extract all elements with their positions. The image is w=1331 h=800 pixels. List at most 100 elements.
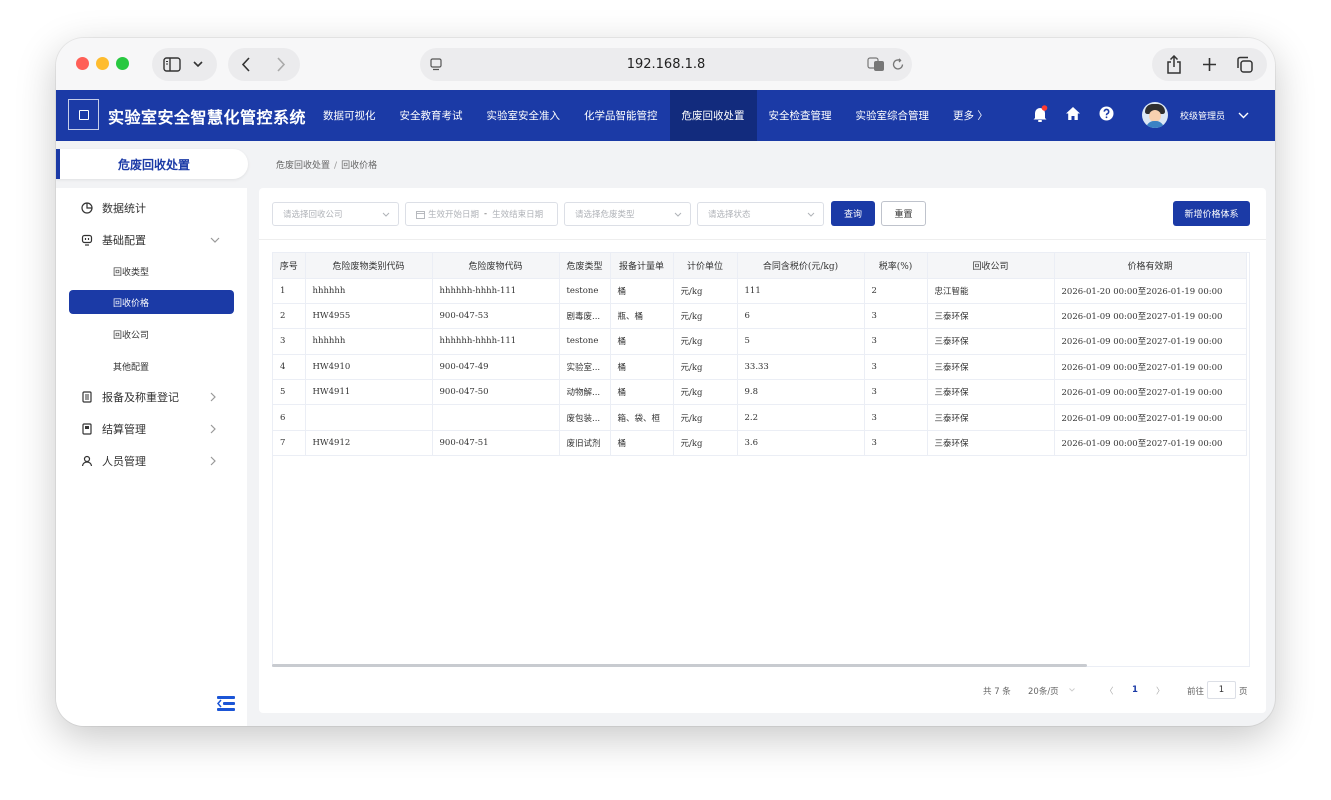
settle-icon	[82, 423, 92, 435]
company-select[interactable]: 请选择回收公司	[272, 202, 399, 226]
table-cell: 三泰环保	[927, 379, 1055, 406]
table-cell: 6	[737, 303, 865, 330]
sidebar-subitem-other-config[interactable]: 其他配置	[69, 354, 234, 378]
filter-bar: 请选择回收公司 生效开始日期 - 生效结束日期 请选择危废类型 请选择状态 查询…	[259, 188, 1266, 240]
nav-item-more[interactable]: 更多 〉	[941, 90, 1000, 141]
sidebar-item-report-weighing[interactable]: 报备及称重登记	[56, 381, 247, 413]
address-bar[interactable]: 192.168.1.8	[420, 48, 912, 81]
table-cell: 三泰环保	[927, 404, 1055, 431]
bell-icon[interactable]	[1032, 105, 1048, 123]
reload-icon[interactable]	[892, 58, 905, 71]
top-nav: 数据可视化 安全教育考试 实验室安全准入 化学品智能管控 危废回收处置 安全检查…	[311, 90, 1000, 141]
sidebar-subitem-recycle-company[interactable]: 回收公司	[69, 322, 234, 346]
table-cell: HW4955	[305, 303, 433, 330]
chevron-down-icon	[1069, 688, 1075, 692]
nav-item-lab-access[interactable]: 实验室安全准入	[475, 90, 573, 141]
table-cell: hhhhhh	[305, 278, 433, 304]
table-cell: 7	[273, 430, 306, 457]
sidebar-subitem-label: 回收类型	[113, 267, 150, 278]
table-cell: 2	[273, 303, 306, 330]
nav-item-lab-management[interactable]: 实验室综合管理	[844, 90, 942, 141]
nav-item-safety-inspection[interactable]: 安全检查管理	[757, 90, 844, 141]
goto-page-input[interactable]: 1	[1207, 681, 1236, 699]
logo-icon	[68, 99, 99, 130]
table-row: 2 HW4955 900-047-53 剧毒废... 瓶、桶 元/kg 6 3 三泰环保 2026…	[273, 303, 1247, 330]
table-cell: testone	[559, 278, 611, 304]
table-cell: hhhhhh-hhhh-111	[432, 278, 560, 304]
user-name[interactable]: 校级管理员	[1180, 109, 1225, 122]
table-cell: 2026-01-09 00:00至2027-01-19 00:00	[1054, 379, 1247, 406]
chevron-down-icon	[193, 61, 203, 68]
sidebar-item-basic-config[interactable]: 基础配置	[56, 224, 247, 256]
prev-page-button[interactable]: 〈	[1105, 685, 1114, 697]
nav-item-data-visualization[interactable]: 数据可视化	[311, 90, 388, 141]
translate-icon[interactable]	[867, 57, 885, 72]
waste-type-select[interactable]: 请选择危废类型	[564, 202, 691, 226]
reset-button[interactable]: 重置	[881, 201, 926, 226]
table-cell: 33.33	[737, 354, 865, 381]
sidebar-subitem-recycle-price[interactable]: 回收价格	[69, 290, 234, 314]
table-cell: HW4910	[305, 354, 433, 381]
back-icon[interactable]	[241, 57, 251, 72]
share-icon[interactable]	[1166, 55, 1182, 74]
table-cell: 元/kg	[673, 278, 738, 304]
status-select[interactable]: 请选择状态	[697, 202, 824, 226]
page-size-select[interactable]: 20条/页	[1028, 685, 1059, 697]
add-price-system-button[interactable]: 新增价格体系	[1173, 201, 1250, 226]
sidebar-item-settlement[interactable]: 结算管理	[56, 413, 247, 445]
forward-icon[interactable]	[276, 57, 286, 72]
sidebar-subitem-recycle-type[interactable]: 回收类型	[69, 259, 234, 283]
next-page-button[interactable]: 〉	[1156, 685, 1165, 697]
sidebar-item-label: 结算管理	[102, 423, 146, 436]
page-suffix: 页	[1239, 687, 1248, 697]
table-cell: 2026-01-09 00:00至2027-01-19 00:00	[1054, 430, 1247, 457]
date-range-picker[interactable]: 生效开始日期 - 生效结束日期	[405, 202, 558, 226]
table-cell: 3	[864, 303, 928, 330]
query-button[interactable]: 查询	[831, 201, 875, 226]
sidebar-toggle-button[interactable]	[152, 48, 217, 81]
avatar[interactable]	[1142, 102, 1168, 128]
maximize-window-button[interactable]	[116, 57, 129, 70]
app-title: 实验室安全智慧化管控系统	[108, 108, 307, 127]
table-cell: 元/kg	[673, 379, 738, 406]
minimize-window-button[interactable]	[96, 57, 109, 70]
table-cell: 2026-01-09 00:00至2027-01-19 00:00	[1054, 404, 1247, 431]
column-header: 税率(%)	[864, 253, 928, 279]
user-icon	[81, 455, 93, 467]
sidebar-subitem-label: 回收价格	[113, 298, 150, 309]
nav-item-hazardous-waste[interactable]: 危废回收处置	[669, 90, 757, 141]
table-cell: 桶	[610, 328, 674, 355]
table-row: 4 HW4910 900-047-49 实验室... 桶元/kg 33.33 3 三泰环保 20…	[273, 354, 1247, 381]
waste-type-placeholder: 请选择危废类型	[575, 210, 635, 220]
chevron-right-icon	[210, 424, 216, 434]
column-header: 价格有效期	[1054, 253, 1247, 279]
sidebar-item-personnel[interactable]: 人员管理	[56, 445, 247, 477]
nav-item-safety-education[interactable]: 安全教育考试	[388, 90, 475, 141]
home-icon[interactable]	[1065, 106, 1081, 121]
table-cell: 3	[864, 354, 928, 381]
table-cell: 剧毒废...	[559, 303, 611, 330]
table-cell: 2	[864, 278, 928, 304]
page-number-1[interactable]: 1	[1132, 685, 1138, 695]
table-cell: 4	[273, 354, 306, 381]
new-tab-icon[interactable]	[1202, 57, 1217, 72]
chevron-down-icon	[807, 212, 815, 217]
table-cell: 三泰环保	[927, 328, 1055, 355]
chevron-down-icon[interactable]	[1238, 112, 1249, 119]
status-placeholder: 请选择状态	[708, 210, 751, 220]
chevron-right-icon	[210, 456, 216, 466]
sidebar-item-data-statistics[interactable]: 数据统计	[56, 192, 247, 224]
horizontal-scrollbar[interactable]	[272, 664, 1087, 667]
chevron-down-icon	[674, 212, 682, 217]
nav-item-chemical-control[interactable]: 化学品智能管控	[572, 90, 670, 141]
breadcrumb-parent[interactable]: 危废回收处置	[276, 161, 330, 171]
goto-label: 前往	[1187, 687, 1205, 697]
pie-chart-icon	[81, 202, 93, 214]
table-cell: 5	[273, 379, 306, 406]
close-window-button[interactable]	[76, 57, 89, 70]
table-cell: 瓶、桶	[610, 303, 674, 330]
tabs-overview-icon[interactable]	[1236, 56, 1254, 73]
column-header: 计价单位	[673, 253, 738, 279]
help-icon[interactable]	[1099, 106, 1114, 121]
sidebar-collapse-icon[interactable]	[217, 696, 235, 712]
